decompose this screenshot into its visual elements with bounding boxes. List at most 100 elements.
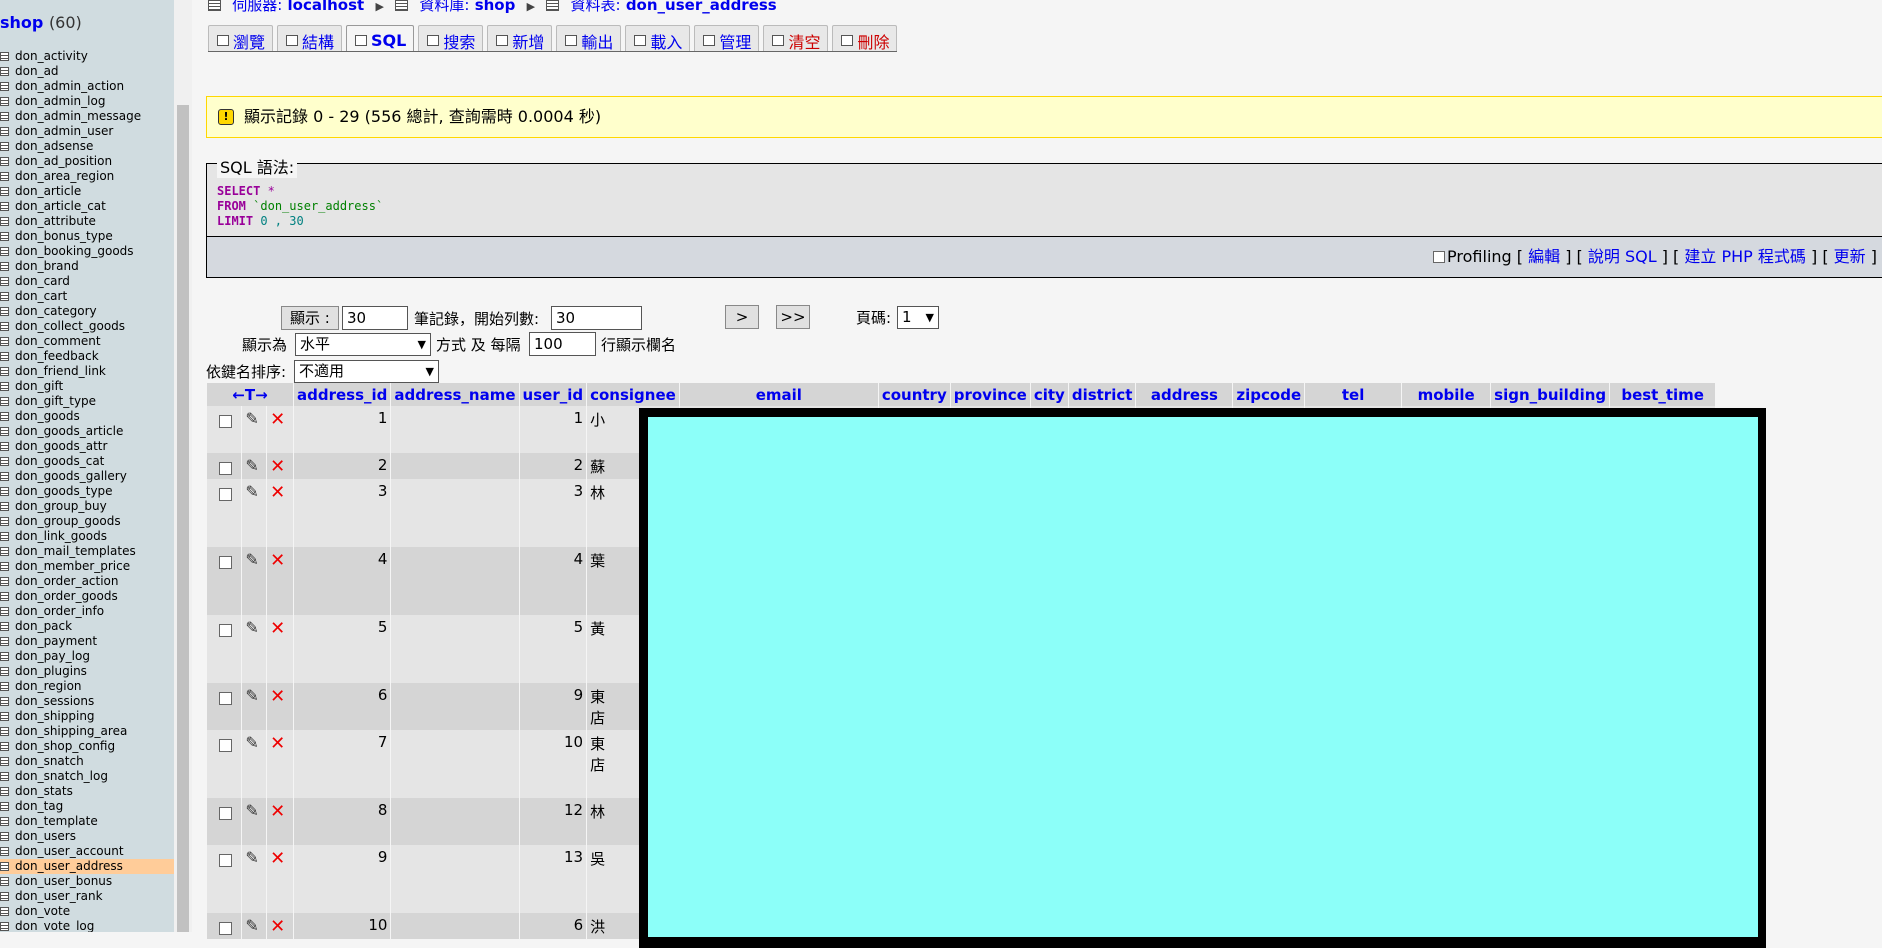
column-header-sign-building[interactable]: sign_building [1491, 383, 1610, 406]
row-select-cell[interactable] [207, 845, 242, 913]
delete-icon[interactable]: ✕ [270, 733, 285, 754]
sidebar-table-label[interactable]: don_order_goods [15, 589, 118, 603]
sidebar-table-item[interactable]: don_pack [0, 619, 174, 634]
display-mode-select[interactable]: 水平 ▼ [295, 333, 431, 356]
db-title[interactable]: shop (60) [0, 13, 82, 32]
table-icon[interactable] [0, 652, 9, 661]
table-icon[interactable] [0, 592, 9, 601]
pencil-icon[interactable]: ✎ [245, 482, 258, 501]
sidebar-table-item[interactable]: don_snatch [0, 754, 174, 769]
row-select-cell[interactable] [207, 798, 242, 845]
sidebar-table-label[interactable]: don_member_price [15, 559, 130, 573]
tab-operations[interactable]: 管理 [694, 25, 760, 52]
delete-icon[interactable]: ✕ [270, 409, 285, 430]
delete-cell[interactable]: ✕ [267, 479, 293, 547]
sidebar-table-item[interactable]: don_category [0, 304, 174, 319]
pencil-icon[interactable]: ✎ [245, 801, 258, 820]
sidebar-table-item[interactable]: don_tag [0, 799, 174, 814]
row-checkbox[interactable] [219, 739, 232, 752]
table-icon[interactable] [0, 562, 9, 571]
sidebar-table-item[interactable]: don_brand [0, 259, 174, 274]
table-icon[interactable] [0, 142, 9, 151]
column-header-address-id[interactable]: address_id [294, 383, 391, 406]
table-icon[interactable] [0, 352, 9, 361]
row-checkbox[interactable] [219, 415, 232, 428]
table-icon[interactable] [0, 517, 9, 526]
sidebar-table-item[interactable]: don_goods_cat [0, 454, 174, 469]
sidebar-table-label[interactable]: don_brand [15, 259, 79, 273]
table-icon[interactable] [0, 292, 9, 301]
sidebar-table-item[interactable]: don_card [0, 274, 174, 289]
tab-browse[interactable]: 瀏覽 [208, 25, 274, 52]
sidebar-table-label[interactable]: don_booking_goods [15, 244, 134, 258]
sidebar-table-label[interactable]: don_pay_log [15, 649, 90, 663]
table-icon[interactable] [0, 757, 9, 766]
sidebar-table-label[interactable]: don_user_account [15, 844, 124, 858]
pencil-icon[interactable]: ✎ [245, 456, 258, 475]
column-header-email[interactable]: email [679, 383, 878, 406]
row-checkbox[interactable] [219, 922, 232, 935]
sidebar-table-label[interactable]: don_admin_log [15, 94, 105, 108]
tab-drop[interactable]: 刪除 [832, 25, 898, 52]
sidebar-table-label[interactable]: don_goods [15, 409, 80, 423]
row-select-cell[interactable] [207, 406, 242, 453]
sidebar-table-label[interactable]: don_goods_attr [15, 439, 107, 453]
table-icon[interactable] [0, 877, 9, 886]
refresh-link[interactable]: 更新 [1834, 247, 1866, 266]
row-select-cell[interactable] [207, 913, 242, 939]
table-icon[interactable] [0, 367, 9, 376]
sidebar-table-item[interactable]: don_feedback [0, 349, 174, 364]
sidebar-table-label[interactable]: don_sessions [15, 694, 94, 708]
table-icon[interactable] [0, 397, 9, 406]
row-checkbox[interactable] [219, 807, 232, 820]
edit-cell[interactable]: ✎ [242, 913, 267, 939]
row-select-cell[interactable] [207, 453, 242, 479]
sidebar-table-label[interactable]: don_cart [15, 289, 67, 303]
table-icon[interactable] [0, 232, 9, 241]
breadcrumb-table[interactable]: don_user_address [626, 0, 777, 14]
db-name[interactable]: shop [0, 13, 43, 32]
next-page-button[interactable]: > [725, 305, 759, 329]
sidebar-table-item[interactable]: don_collect_goods [0, 319, 174, 334]
sidebar-table-item[interactable]: don_plugins [0, 664, 174, 679]
sidebar-table-label[interactable]: don_activity [15, 49, 88, 63]
sidebar-table-item[interactable]: don_order_action [0, 574, 174, 589]
sidebar-table-label[interactable]: don_bonus_type [15, 229, 113, 243]
sidebar-table-label[interactable]: don_tag [15, 799, 63, 813]
row-select-cell[interactable] [207, 479, 242, 547]
sidebar-table-label[interactable]: don_gift [15, 379, 63, 393]
delete-cell[interactable]: ✕ [267, 547, 293, 615]
pencil-icon[interactable]: ✎ [245, 550, 258, 569]
edit-cell[interactable]: ✎ [242, 406, 267, 453]
sidebar-table-item[interactable]: don_user_account [0, 844, 174, 859]
sidebar-table-item[interactable]: don_users [0, 829, 174, 844]
table-icon[interactable] [0, 472, 9, 481]
pencil-icon[interactable]: ✎ [245, 409, 258, 428]
sidebar-table-item[interactable]: don_gift [0, 379, 174, 394]
table-icon[interactable] [0, 172, 9, 181]
table-icon[interactable] [0, 622, 9, 631]
table-icon[interactable] [0, 532, 9, 541]
edit-cell[interactable]: ✎ [242, 683, 267, 730]
sidebar-table-label[interactable]: don_user_rank [15, 889, 103, 903]
table-icon[interactable] [0, 607, 9, 616]
scrollbar-thumb[interactable] [177, 105, 189, 932]
pencil-icon[interactable]: ✎ [245, 686, 258, 705]
delete-icon[interactable]: ✕ [270, 848, 285, 869]
sort-select[interactable]: 不適用 ▼ [294, 360, 439, 383]
sidebar-table-label[interactable]: don_card [15, 274, 70, 288]
delete-icon[interactable]: ✕ [270, 686, 285, 707]
sidebar-table-label[interactable]: don_vote [15, 904, 70, 918]
sidebar-table-label[interactable]: don_pack [15, 619, 72, 633]
sidebar-table-item[interactable]: don_pay_log [0, 649, 174, 664]
column-header-user-id[interactable]: user_id [519, 383, 587, 406]
table-icon[interactable] [0, 322, 9, 331]
sidebar-table-label[interactable]: don_shipping [15, 709, 95, 723]
edit-cell[interactable]: ✎ [242, 479, 267, 547]
sidebar-table-label[interactable]: don_article [15, 184, 81, 198]
sidebar-table-item[interactable]: don_group_goods [0, 514, 174, 529]
sidebar-table-label[interactable]: don_shipping_area [15, 724, 127, 738]
sidebar-table-item[interactable]: don_member_price [0, 559, 174, 574]
edit-cell[interactable]: ✎ [242, 547, 267, 615]
edit-cell[interactable]: ✎ [242, 845, 267, 913]
